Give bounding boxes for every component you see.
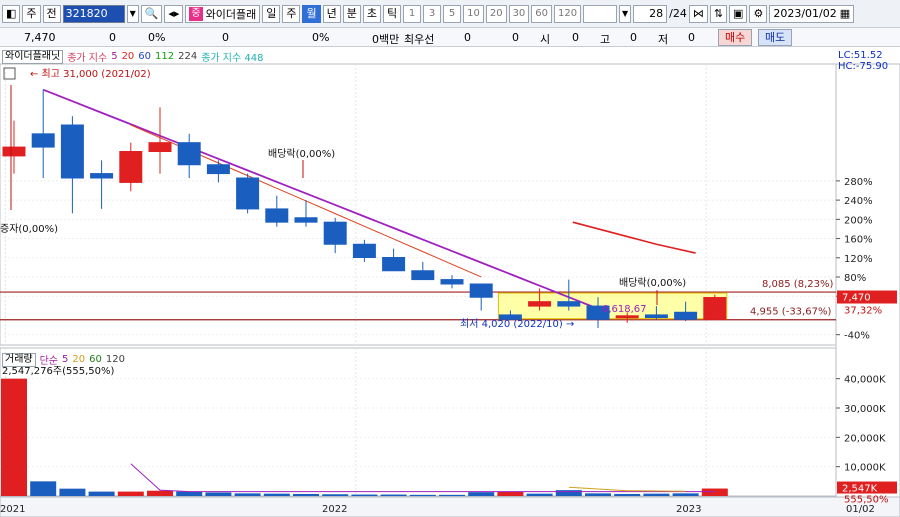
- volume-bar: [672, 493, 699, 496]
- legend-vol-ma-120: 120: [105, 354, 125, 365]
- legend-ma-224: 224: [178, 51, 198, 62]
- volume-bar: [555, 490, 582, 496]
- volume-bar: [88, 491, 115, 496]
- legend-ma-label: 종가 지수: [67, 53, 108, 64]
- candle-body: [90, 173, 114, 179]
- legend-vol-ma-5: 5: [62, 354, 69, 365]
- volume-axis-label: 30,000K: [844, 404, 886, 415]
- candle-body: [148, 142, 172, 153]
- volume-bar: [614, 493, 641, 496]
- volume-tag: 2,547K: [842, 484, 878, 495]
- volume-axis-label: 20,000K: [844, 433, 886, 444]
- volume-bar: [380, 494, 407, 496]
- candle-body: [206, 164, 230, 175]
- legend-ma-112: 112: [155, 51, 175, 62]
- price-axis-label: 120%: [844, 254, 873, 265]
- candle-body: [411, 270, 435, 281]
- dividend-annotation-2: 배당락(0,00%): [619, 277, 686, 289]
- x-axis-label: 2021: [0, 504, 25, 515]
- candle-body: [323, 221, 347, 245]
- legend-vol-ma-60: 60: [89, 354, 102, 365]
- legend-vol-ma-20: 20: [72, 354, 86, 365]
- price-legend: 와이더플래닛 종가 지수 5 20 60 112 224 종가 지수 448: [2, 49, 263, 64]
- candle-body: [352, 243, 376, 258]
- volume-bar: [117, 491, 144, 496]
- volume-bar: [59, 488, 86, 496]
- candle-body: [440, 279, 464, 285]
- volume-bar: [585, 493, 611, 496]
- candle-body: [382, 257, 406, 272]
- hc-label: HC:-75.90: [838, 61, 889, 72]
- volume-bar: [293, 493, 319, 496]
- legend-vol-ma-label: 단순: [39, 356, 59, 367]
- volume-bar: [526, 493, 553, 496]
- lc-hc-labels: LC:51.52 HC:-75.90: [838, 50, 900, 72]
- volume-legend: 거래량 단순 5 20 60 120: [2, 352, 125, 367]
- price-axis-label: 280%: [844, 177, 873, 188]
- volume-bar: [176, 491, 203, 496]
- volume-bar: [322, 494, 349, 496]
- candle-body: [528, 301, 552, 307]
- legend-ma-5: 5: [111, 51, 118, 62]
- candle-body: [265, 208, 289, 223]
- candle-body: [31, 133, 55, 148]
- volume-bar: [409, 494, 436, 496]
- max-volume-label: 2,547,276주(555,50%): [2, 366, 114, 377]
- candle-body: [615, 315, 639, 319]
- volume-bar: [439, 494, 465, 496]
- candle-body: [674, 311, 698, 320]
- price-axis-label: 200%: [844, 215, 873, 226]
- volume-bar: [234, 493, 261, 496]
- candle-body: [469, 283, 493, 298]
- volume-axis-label: 10,000K: [844, 463, 886, 474]
- lc-label: LC:51.52: [838, 50, 883, 61]
- current-price-tag: 7,470: [842, 293, 871, 304]
- legend-stock-name: 와이더플래닛: [2, 49, 64, 64]
- volume-bar: [205, 492, 232, 496]
- volume-bar: [497, 491, 524, 496]
- volume-bar: [147, 490, 173, 496]
- candle-body: [60, 124, 84, 179]
- candle-body: [294, 217, 318, 223]
- lower-line-label: 4,955 (-33,67%): [750, 307, 831, 318]
- increase-annotation: 증자(0,00%): [0, 223, 58, 235]
- legend-ma-60: 60: [138, 51, 152, 62]
- price-volume-chart[interactable]: 280%240%200%160%120%80%40%-40%8,085 (8,2…: [0, 0, 900, 517]
- price-axis-label: -40%: [844, 331, 870, 342]
- volume-bar: [1, 378, 27, 496]
- legend-ma2: 종가 지수 448: [201, 53, 264, 64]
- x-axis-label: 2022: [322, 504, 347, 515]
- upper-line-label: 8,085 (8,23%): [762, 279, 833, 290]
- price-axis-label: 80%: [844, 273, 866, 284]
- current-pct-tag: 37,32%: [844, 306, 882, 317]
- candle-body: [703, 297, 727, 320]
- candle-body: [644, 314, 668, 319]
- price-axis-label: 240%: [844, 196, 873, 207]
- dividend-annotation-1: 배당락(0,00%): [268, 148, 335, 160]
- x-axis-label: 2023: [676, 504, 701, 515]
- volume-bar: [468, 492, 495, 496]
- legend-volume-label: 거래량: [2, 352, 36, 367]
- mid-value-label: 6,618,67: [602, 304, 647, 315]
- candle-body: [2, 146, 26, 157]
- x-axis-panel: [0, 496, 900, 517]
- candle-body: [177, 142, 201, 166]
- volume-bar: [351, 494, 378, 496]
- volume-bar: [701, 488, 728, 496]
- volume-pane: [0, 347, 837, 497]
- x-axis-label: 01/02: [846, 504, 875, 515]
- candle-body: [119, 151, 143, 183]
- high-annotation: ← 최고 31,000 (2021/02): [30, 68, 151, 80]
- volume-bar: [30, 481, 57, 496]
- volume-bar: [263, 493, 290, 496]
- volume-axis-label: 40,000K: [844, 375, 886, 386]
- legend-ma-20: 20: [121, 51, 135, 62]
- candle-body: [557, 301, 581, 307]
- candle-body: [236, 177, 260, 210]
- volume-bar: [643, 493, 670, 496]
- price-axis-label: 160%: [844, 235, 873, 246]
- low-annotation: 최저 4,020 (2022/10) →: [460, 318, 574, 330]
